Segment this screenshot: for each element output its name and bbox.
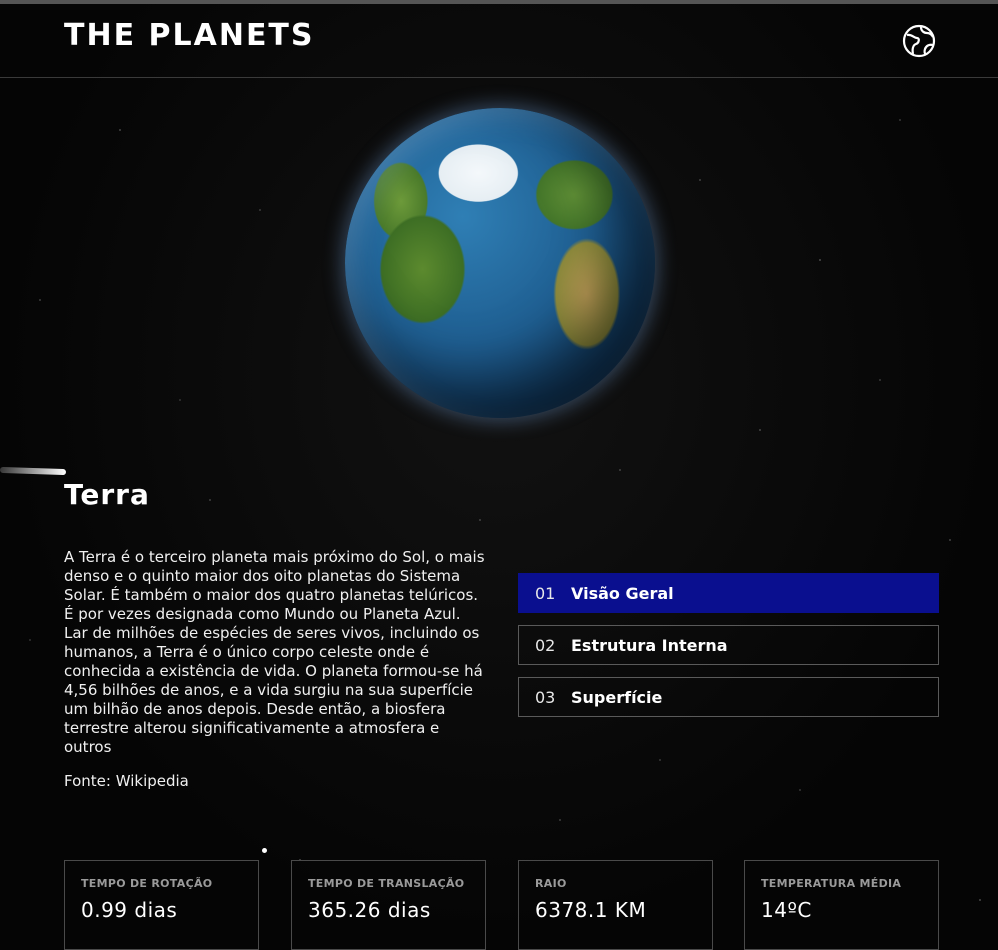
stat-value: 0.99 dias (81, 898, 178, 922)
tab-label: Visão Geral (571, 583, 674, 603)
stat-label: RAIO (535, 877, 567, 890)
tab-label: Estrutura Interna (571, 635, 728, 655)
tab-label: Superfície (571, 687, 663, 707)
stat-temperature: TEMPERATURA MÉDIA 14ºC (744, 860, 939, 950)
view-tabs: 01 Visão Geral 02 Estrutura Interna 03 S… (518, 573, 939, 729)
stat-label: TEMPO DE TRANSLAÇÃO (308, 877, 465, 890)
stat-revolution: TEMPO DE TRANSLAÇÃO 365.26 dias (291, 860, 486, 950)
tab-overview[interactable]: 01 Visão Geral (518, 573, 939, 613)
star-dot (262, 848, 267, 853)
stat-rotation: TEMPO DE ROTAÇÃO 0.99 dias (64, 860, 259, 950)
tab-number: 03 (535, 687, 556, 707)
stat-value: 365.26 dias (308, 898, 431, 922)
stat-label: TEMPO DE ROTAÇÃO (81, 877, 213, 890)
planet-stats: TEMPO DE ROTAÇÃO 0.99 dias TEMPO DE TRAN… (64, 860, 939, 950)
planet-image (345, 108, 655, 418)
stat-value: 6378.1 KM (535, 898, 647, 922)
source-link[interactable]: Fonte: Wikipedia (64, 772, 189, 790)
tab-surface[interactable]: 03 Superfície (518, 677, 939, 717)
planet-description: A Terra é o terceiro planeta mais próxim… (64, 548, 485, 756)
site-header: THE PLANETS (0, 4, 998, 78)
globe-icon[interactable] (902, 24, 936, 58)
stat-radius: RAIO 6378.1 KM (518, 860, 713, 950)
tab-number: 01 (535, 583, 556, 603)
tab-internal-structure[interactable]: 02 Estrutura Interna (518, 625, 939, 665)
stat-value: 14ºC (761, 898, 812, 922)
tab-number: 02 (535, 635, 556, 655)
planet-title: Terra (64, 478, 150, 511)
logo[interactable]: THE PLANETS (64, 18, 315, 53)
stat-label: TEMPERATURA MÉDIA (761, 877, 902, 890)
